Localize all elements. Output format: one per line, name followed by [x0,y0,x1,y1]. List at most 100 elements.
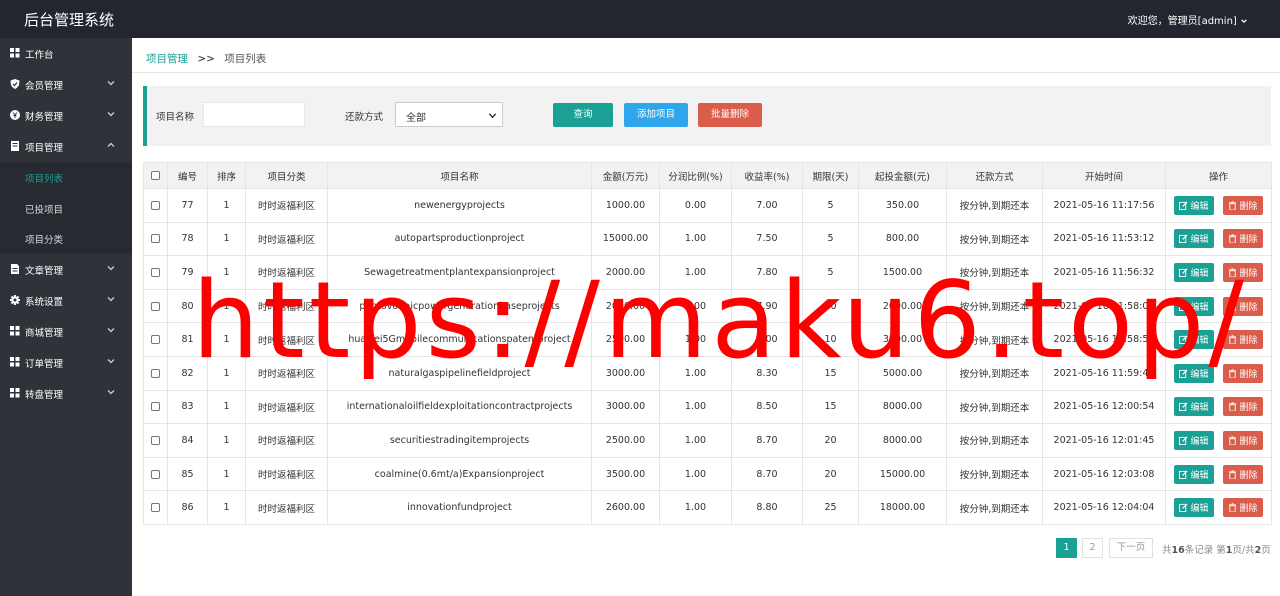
row-select-cell [143,255,168,290]
table-cell: 按分钟,到期还本 [946,188,1043,223]
edit-button[interactable]: 编辑 [1174,430,1214,450]
batch-delete-button[interactable]: 批量删除 [698,103,762,127]
row-actions: 编辑 删除 [1165,389,1272,425]
table-cell: 5 [802,188,859,223]
table-row: 77 1 时时返福利区 newenergyprojects 1000.00 0.00 7.0… [143,188,1272,223]
sidebar-item-projects[interactable]: 项目管理 [0,131,132,162]
sidebar-item-settings[interactable]: 系统设置 [0,285,132,316]
column-header: 分润比例(%) [659,162,732,189]
top-bar: 后台管理系统 欢迎您，管理员[admin] [0,0,1280,38]
table-cell: 7.50 [731,221,803,257]
table-cell: internationaloilfieldexploitationcontrac… [327,389,592,425]
delete-button[interactable]: 删除 [1223,464,1263,484]
breadcrumb-separator: >> [197,53,215,65]
delete-button[interactable]: 删除 [1223,229,1263,249]
edit-button[interactable]: 编辑 [1174,195,1214,215]
sidebar-item-label: 项目管理 [25,143,64,154]
table-cell: 时时返福利区 [245,221,328,257]
table-row: 85 1 时时返福利区 coalmine(0.6mt/a)Expansionproje… [143,456,1272,492]
trash-icon [1229,234,1237,244]
breadcrumb-parent-link[interactable]: 项目管理 [146,53,188,65]
column-header: 金额(万元) [591,162,660,189]
delete-button[interactable]: 删除 [1223,397,1263,417]
delete-button-label: 删除 [1239,504,1258,515]
row-select-cell [143,188,168,223]
breadcrumb: 项目管理 >> 项目列表 [146,51,266,66]
table-cell: 800.00 [858,221,947,257]
add-project-button[interactable]: 添加项目 [624,103,688,127]
user-menu[interactable]: 欢迎您，管理员[admin] [1128,12,1248,27]
table-row: 86 1 时时返福利区 innovationfundproject 2600.00 1.0… [143,490,1272,525]
table-cell: 15 [802,389,859,425]
trash-icon [1229,469,1237,479]
gear-icon [10,294,20,305]
chevron-down-icon [107,265,115,270]
sidebar-item-finance[interactable]: 财务管理 [0,100,132,131]
sidebar-item-label: 系统设置 [25,296,64,308]
row-checkbox[interactable] [151,469,160,479]
select-all-checkbox[interactable] [151,171,160,180]
sidebar-item-shop[interactable]: 商城管理 [0,316,132,347]
project-name-input[interactable] [203,102,305,127]
user-menu-label: 欢迎您，管理员[admin] [1127,16,1237,27]
page-button-1[interactable]: 1 [1056,538,1077,558]
table-cell: 按分钟,到期还本 [946,221,1043,257]
sidebar-subitem-project-list[interactable]: 项目列表 [0,162,132,193]
row-checkbox[interactable] [151,335,160,345]
repay-method-select[interactable]: 全部 [395,102,503,127]
sidebar-item-dashboard[interactable]: 工作台 [0,38,132,69]
row-checkbox[interactable] [151,200,160,210]
table-cell: 3000.00 [591,389,660,425]
column-header: 开始时间 [1042,162,1166,189]
table-cell: 8.80 [731,490,803,525]
sidebar-subitem-project-categories[interactable]: 项目分类 [0,223,132,254]
delete-button[interactable]: 删除 [1223,430,1263,450]
chevron-down-icon [107,358,115,363]
table-row: 83 1 时时返福利区 internationaloilfieldexploitati… [143,389,1272,425]
row-actions: 编辑 删除 [1165,490,1272,525]
trash-icon [1229,201,1237,210]
row-checkbox[interactable] [151,402,160,412]
sidebar-item-label: 订单管理 [25,358,64,370]
table-cell: 时时返福利区 [245,423,328,458]
row-checkbox[interactable] [151,234,160,244]
edit-icon [1179,234,1189,244]
sidebar-item-label: 会员管理 [25,81,64,92]
sidebar-item-members[interactable]: 会员管理 [0,69,132,100]
edit-button[interactable]: 编辑 [1174,464,1214,484]
row-checkbox[interactable] [151,503,160,513]
delete-button[interactable]: 删除 [1223,498,1263,518]
search-button[interactable]: 查询 [553,103,613,127]
edit-icon [1179,201,1189,210]
column-header: 收益率(%) [731,162,803,189]
table-cell: 1 [207,456,246,492]
sidebar-subitem-invested-projects[interactable]: 已投项目 [0,192,132,223]
sidebar-item-label: 财务管理 [25,112,64,123]
edit-button[interactable]: 编辑 [1174,397,1214,417]
sidebar-item-articles[interactable]: 文章管理 [0,254,132,285]
table-cell: 5 [802,221,859,257]
edit-button[interactable]: 编辑 [1174,498,1214,518]
table-cell: 时时返福利区 [245,490,328,525]
table-cell: 3500.00 [591,456,660,492]
page-button-2[interactable]: 2 [1082,538,1103,558]
table-cell: 2021-05-16 11:53:12 [1042,221,1166,257]
row-checkbox[interactable] [151,368,160,378]
sidebar-item-orders[interactable]: 订单管理 [0,347,132,378]
dashboard-icon [10,48,20,58]
next-page-button[interactable]: 下一页 [1109,538,1153,558]
row-checkbox[interactable] [151,301,160,311]
sidebar-item-wheel[interactable]: 转盘管理 [0,378,132,409]
edit-icon [1179,402,1189,412]
table-cell: 77 [167,188,208,223]
edit-button-label: 编辑 [1190,504,1209,515]
edit-button[interactable]: 编辑 [1174,229,1214,249]
delete-button[interactable]: 删除 [1223,195,1263,215]
sidebar: 工作台 会员管理 财务管理 项目管理 项目列表 已投项目 项目分类 文章管理 系… [0,38,132,596]
table-cell: 2021-05-16 12:00:54 [1042,389,1166,425]
row-select-cell [143,322,168,357]
repay-method-label: 还款方式 [345,112,384,123]
sidebar-item-label: 商城管理 [25,327,64,339]
row-checkbox[interactable] [151,435,160,445]
row-checkbox[interactable] [151,267,160,277]
